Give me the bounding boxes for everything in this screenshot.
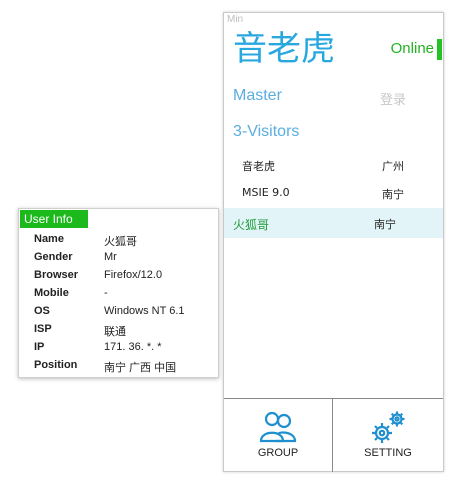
field-value: Windows NT 6.1 xyxy=(104,305,185,317)
login-button[interactable]: 登录 xyxy=(380,89,406,108)
field-key: Name xyxy=(34,233,64,245)
nickname-title: 音老虎 xyxy=(233,29,335,69)
setting-button[interactable]: SETTING xyxy=(333,399,443,472)
field-key: Gender xyxy=(34,251,73,263)
visitor-row[interactable]: 音老虎 广州 xyxy=(224,150,443,180)
visitor-row[interactable]: MSIE 9.0 南宁 xyxy=(224,178,443,208)
field-value: Mr xyxy=(104,251,117,263)
field-key: Mobile xyxy=(34,287,69,299)
field-key: Position xyxy=(34,359,78,371)
field-value: 171. 36. *. * xyxy=(104,341,162,353)
field-value: 火狐哥 xyxy=(104,236,137,248)
field-key: ISP xyxy=(34,323,52,335)
group-users-icon xyxy=(259,411,297,443)
chat-panel: Min 音老虎 Online Master 登录 3-Visitors 音老虎 … xyxy=(223,12,444,472)
group-button[interactable]: GROUP xyxy=(224,399,333,472)
setting-label: SETTING xyxy=(364,447,412,459)
user-info-row: Position 南宁 广西 中国 xyxy=(19,357,218,375)
bottom-toolbar: GROUP SETTING xyxy=(224,398,443,472)
gears-icon xyxy=(372,411,405,443)
visitor-row-selected[interactable]: 火狐哥 南宁 xyxy=(224,208,443,238)
user-info-row: Gender Mr xyxy=(19,249,218,267)
user-info-row: ISP 联通 xyxy=(19,321,218,339)
visitor-location: 南宁 xyxy=(382,188,404,201)
visitors-title: 3-Visitors xyxy=(233,123,300,140)
status-indicator-bar xyxy=(437,39,442,60)
field-value: 南宁 广西 中国 xyxy=(104,362,177,374)
user-info-row: Mobile - xyxy=(19,285,218,303)
user-info-title: User Info xyxy=(20,210,88,228)
field-value: - xyxy=(104,287,108,299)
field-key: IP xyxy=(34,341,45,353)
user-info-row: IP 171. 36. *. * xyxy=(19,339,218,357)
online-status: Online xyxy=(390,40,434,57)
visitor-name: MSIE 9.0 xyxy=(242,186,290,199)
group-label: GROUP xyxy=(257,447,299,459)
user-info-row: Name 火狐哥 xyxy=(19,231,218,249)
field-value: 联通 xyxy=(104,326,126,338)
field-value: Firefox/12.0 xyxy=(104,269,163,281)
visitor-location: 广州 xyxy=(382,160,404,173)
field-key: Browser xyxy=(34,269,79,281)
user-info-row: OS Windows NT 6.1 xyxy=(19,303,218,321)
user-info-popup: User Info Name 火狐哥 Gender Mr Browser Fir… xyxy=(18,208,219,378)
minimize-button[interactable]: Min xyxy=(227,14,243,25)
field-key: OS xyxy=(34,305,50,317)
user-info-row: Browser Firefox/12.0 xyxy=(19,267,218,285)
visitor-location: 南宁 xyxy=(374,218,396,231)
visitor-name: 音老虎 xyxy=(242,160,275,173)
visitor-name: 火狐哥 xyxy=(233,218,270,232)
master-label: Master xyxy=(233,87,282,104)
